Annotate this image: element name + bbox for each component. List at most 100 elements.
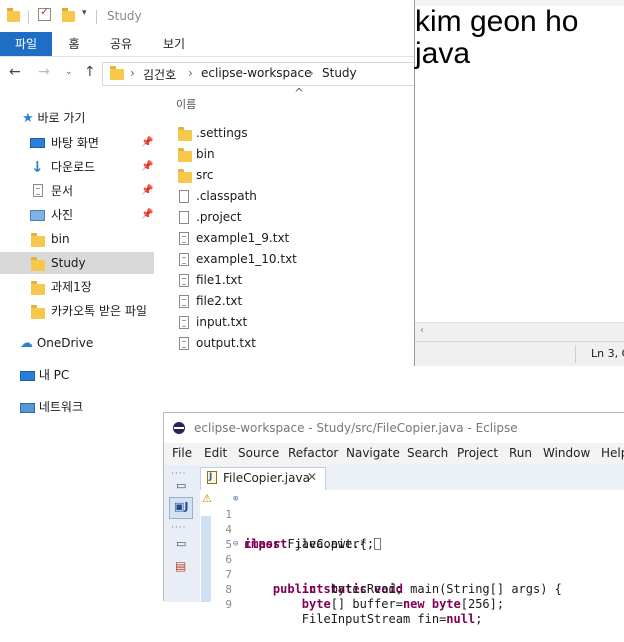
address-row: ← → ⌄ ↑ › 김건호 › eclipse-workspace › Stud… <box>0 60 415 88</box>
folder-icon <box>7 8 20 22</box>
nav-label: 문서 <box>51 184 74 198</box>
menu-file[interactable]: File <box>172 446 192 460</box>
text-file-icon <box>179 337 189 350</box>
code-text: FileInputStream fin=null; <box>244 612 483 627</box>
download-icon: ↓ <box>31 158 44 176</box>
text-file-icon <box>179 253 189 266</box>
minimize-icon[interactable]: ▭ <box>176 479 186 492</box>
cloud-icon: ☁ <box>20 336 33 351</box>
sort-caret-icon: ^ <box>294 86 305 100</box>
nav-label: 바로 가기 <box>37 111 86 125</box>
tab-filecopier-java[interactable]: J FileCopier.java ✕ <box>200 467 326 490</box>
code-line: 7 int bytesRead; <box>200 552 403 596</box>
nav-this-pc[interactable]: 내 PC <box>20 364 69 386</box>
notepad-text-area[interactable]: kim geon ho java <box>415 6 578 70</box>
new-folder-icon[interactable] <box>62 8 75 22</box>
nav-network[interactable]: 네트워크 <box>20 396 83 418</box>
nav-label: bin <box>51 232 70 246</box>
nav-item-desktop[interactable]: 바탕 화면 📌 <box>0 132 156 154</box>
recent-chevron-icon[interactable]: ⌄ <box>65 67 73 77</box>
nav-onedrive[interactable]: ☁ OneDrive <box>20 332 93 354</box>
properties-icon[interactable]: ✓ <box>38 5 51 21</box>
package-explorer-icon[interactable]: ▣J <box>169 497 193 519</box>
folder-icon <box>31 233 45 247</box>
address-bar[interactable]: › 김건호 › eclipse-workspace › Study <box>102 62 415 86</box>
code-token: bytesRead; <box>323 582 403 596</box>
eclipse-menubar: File Edit Source Refactor Navigate Searc… <box>164 443 624 465</box>
code-text: byte[] buffer=new byte[256]; <box>244 597 504 612</box>
tab-file[interactable]: 파일 <box>0 32 52 56</box>
close-icon[interactable]: ✕ <box>307 470 317 484</box>
pin-icon[interactable]: 📌 <box>141 180 153 202</box>
fold-expand-icon[interactable]: ⊕ <box>233 492 238 507</box>
nav-item-study[interactable]: Study <box>0 252 154 274</box>
pin-icon[interactable]: 📌 <box>141 132 153 154</box>
column-header-name[interactable]: 이름 <box>176 96 196 112</box>
java-file-icon: J <box>207 471 217 484</box>
nav-label: 사진 <box>51 208 74 222</box>
nav-item-downloads[interactable]: ↓ 다운로드 📌 <box>0 156 156 178</box>
nav-item-documents[interactable]: 문서 📌 <box>0 180 156 202</box>
breadcrumb-separator: › <box>130 66 135 80</box>
menu-run[interactable]: Run <box>509 446 532 460</box>
pin-icon[interactable]: 📌 <box>141 204 153 226</box>
tab-view[interactable]: 보기 <box>156 32 192 56</box>
eclipse-window: eclipse-workspace - Study/src/FileCopier… <box>163 412 624 626</box>
file-icon <box>179 211 189 224</box>
outline-icon[interactable]: ▤ <box>175 559 186 573</box>
tab-share[interactable]: 공유 <box>102 32 140 56</box>
menu-window[interactable]: Window <box>543 446 590 460</box>
tab-home[interactable]: 홈 <box>58 32 90 56</box>
breadcrumb-workspace[interactable]: eclipse-workspace <box>201 66 311 80</box>
chevron-down-icon[interactable]: ▾ <box>82 8 87 18</box>
code-editor[interactable]: ⚠ 1 ⊕ import java.awt.*; 4 class FileCop… <box>200 490 624 626</box>
pin-icon[interactable]: 📌 <box>141 156 153 178</box>
back-arrow-icon[interactable]: ← <box>9 64 21 80</box>
nav-label: 다운로드 <box>51 160 96 174</box>
file-name: example1_9.txt <box>196 231 290 245</box>
text-file-icon <box>179 274 189 287</box>
menu-edit[interactable]: Edit <box>204 446 227 460</box>
nav-item-pictures[interactable]: 사진 📌 <box>0 204 156 226</box>
cursor-position: Ln 3, C <box>591 347 624 360</box>
menu-refactor[interactable]: Refactor <box>288 446 338 460</box>
menu-search[interactable]: Search <box>407 446 448 460</box>
fold-marker-icon <box>374 538 382 550</box>
code-line: 9 FileInputStream fin=null; <box>200 582 482 626</box>
nav-item-kakaotalk[interactable]: 카카오톡 받은 파일 <box>0 300 156 322</box>
restore-icon[interactable]: ▭ <box>176 537 186 550</box>
breadcrumb-study[interactable]: Study <box>322 66 357 80</box>
forward-arrow-icon[interactable]: → <box>38 64 50 80</box>
desktop-icon <box>30 138 45 148</box>
up-arrow-icon[interactable]: ↑ <box>84 64 96 80</box>
menu-source[interactable]: Source <box>238 446 279 460</box>
menu-navigate[interactable]: Navigate <box>346 446 400 460</box>
menu-help[interactable]: Help <box>601 446 624 460</box>
horizontal-scrollbar[interactable]: ‹ <box>415 322 624 341</box>
folder-icon <box>31 257 45 271</box>
menu-project[interactable]: Project <box>457 446 498 460</box>
fold-collapse-icon[interactable]: ⊖ <box>233 537 238 552</box>
code-line: 1 ⊕ import java.awt.*; <box>200 492 382 551</box>
nav-label: 카카오톡 받은 파일 <box>51 304 147 318</box>
code-token: [256]; <box>460 597 505 611</box>
file-name: .settings <box>196 126 248 140</box>
code-text: class FileCopier{ <box>244 537 367 552</box>
code-line: 6 ⊖ public static void main(String[] arg… <box>200 537 562 596</box>
toolbar-grip: ···· <box>171 523 187 533</box>
nav-label: 내 PC <box>38 368 70 382</box>
nav-item-chapter1[interactable]: 과제1장 <box>0 276 156 298</box>
text-file-icon <box>179 232 189 245</box>
eclipse-window-title: eclipse-workspace - Study/src/FileCopier… <box>194 421 518 435</box>
nav-item-bin[interactable]: bin <box>0 228 156 250</box>
eclipse-side-toolbar: ···· ▭ ▣J ···· ▭ ▤ <box>164 465 201 602</box>
network-icon <box>20 402 35 413</box>
scroll-left-icon[interactable]: ‹ <box>420 325 424 336</box>
line-number: 9 <box>225 598 232 611</box>
text-file-icon <box>179 295 189 308</box>
keyword: int <box>301 582 324 596</box>
breadcrumb-user[interactable]: 김건호 <box>143 66 176 83</box>
file-name: input.txt <box>196 315 248 329</box>
nav-quick-access[interactable]: ★ 바로 가기 <box>22 107 85 129</box>
folder-icon <box>178 127 192 141</box>
